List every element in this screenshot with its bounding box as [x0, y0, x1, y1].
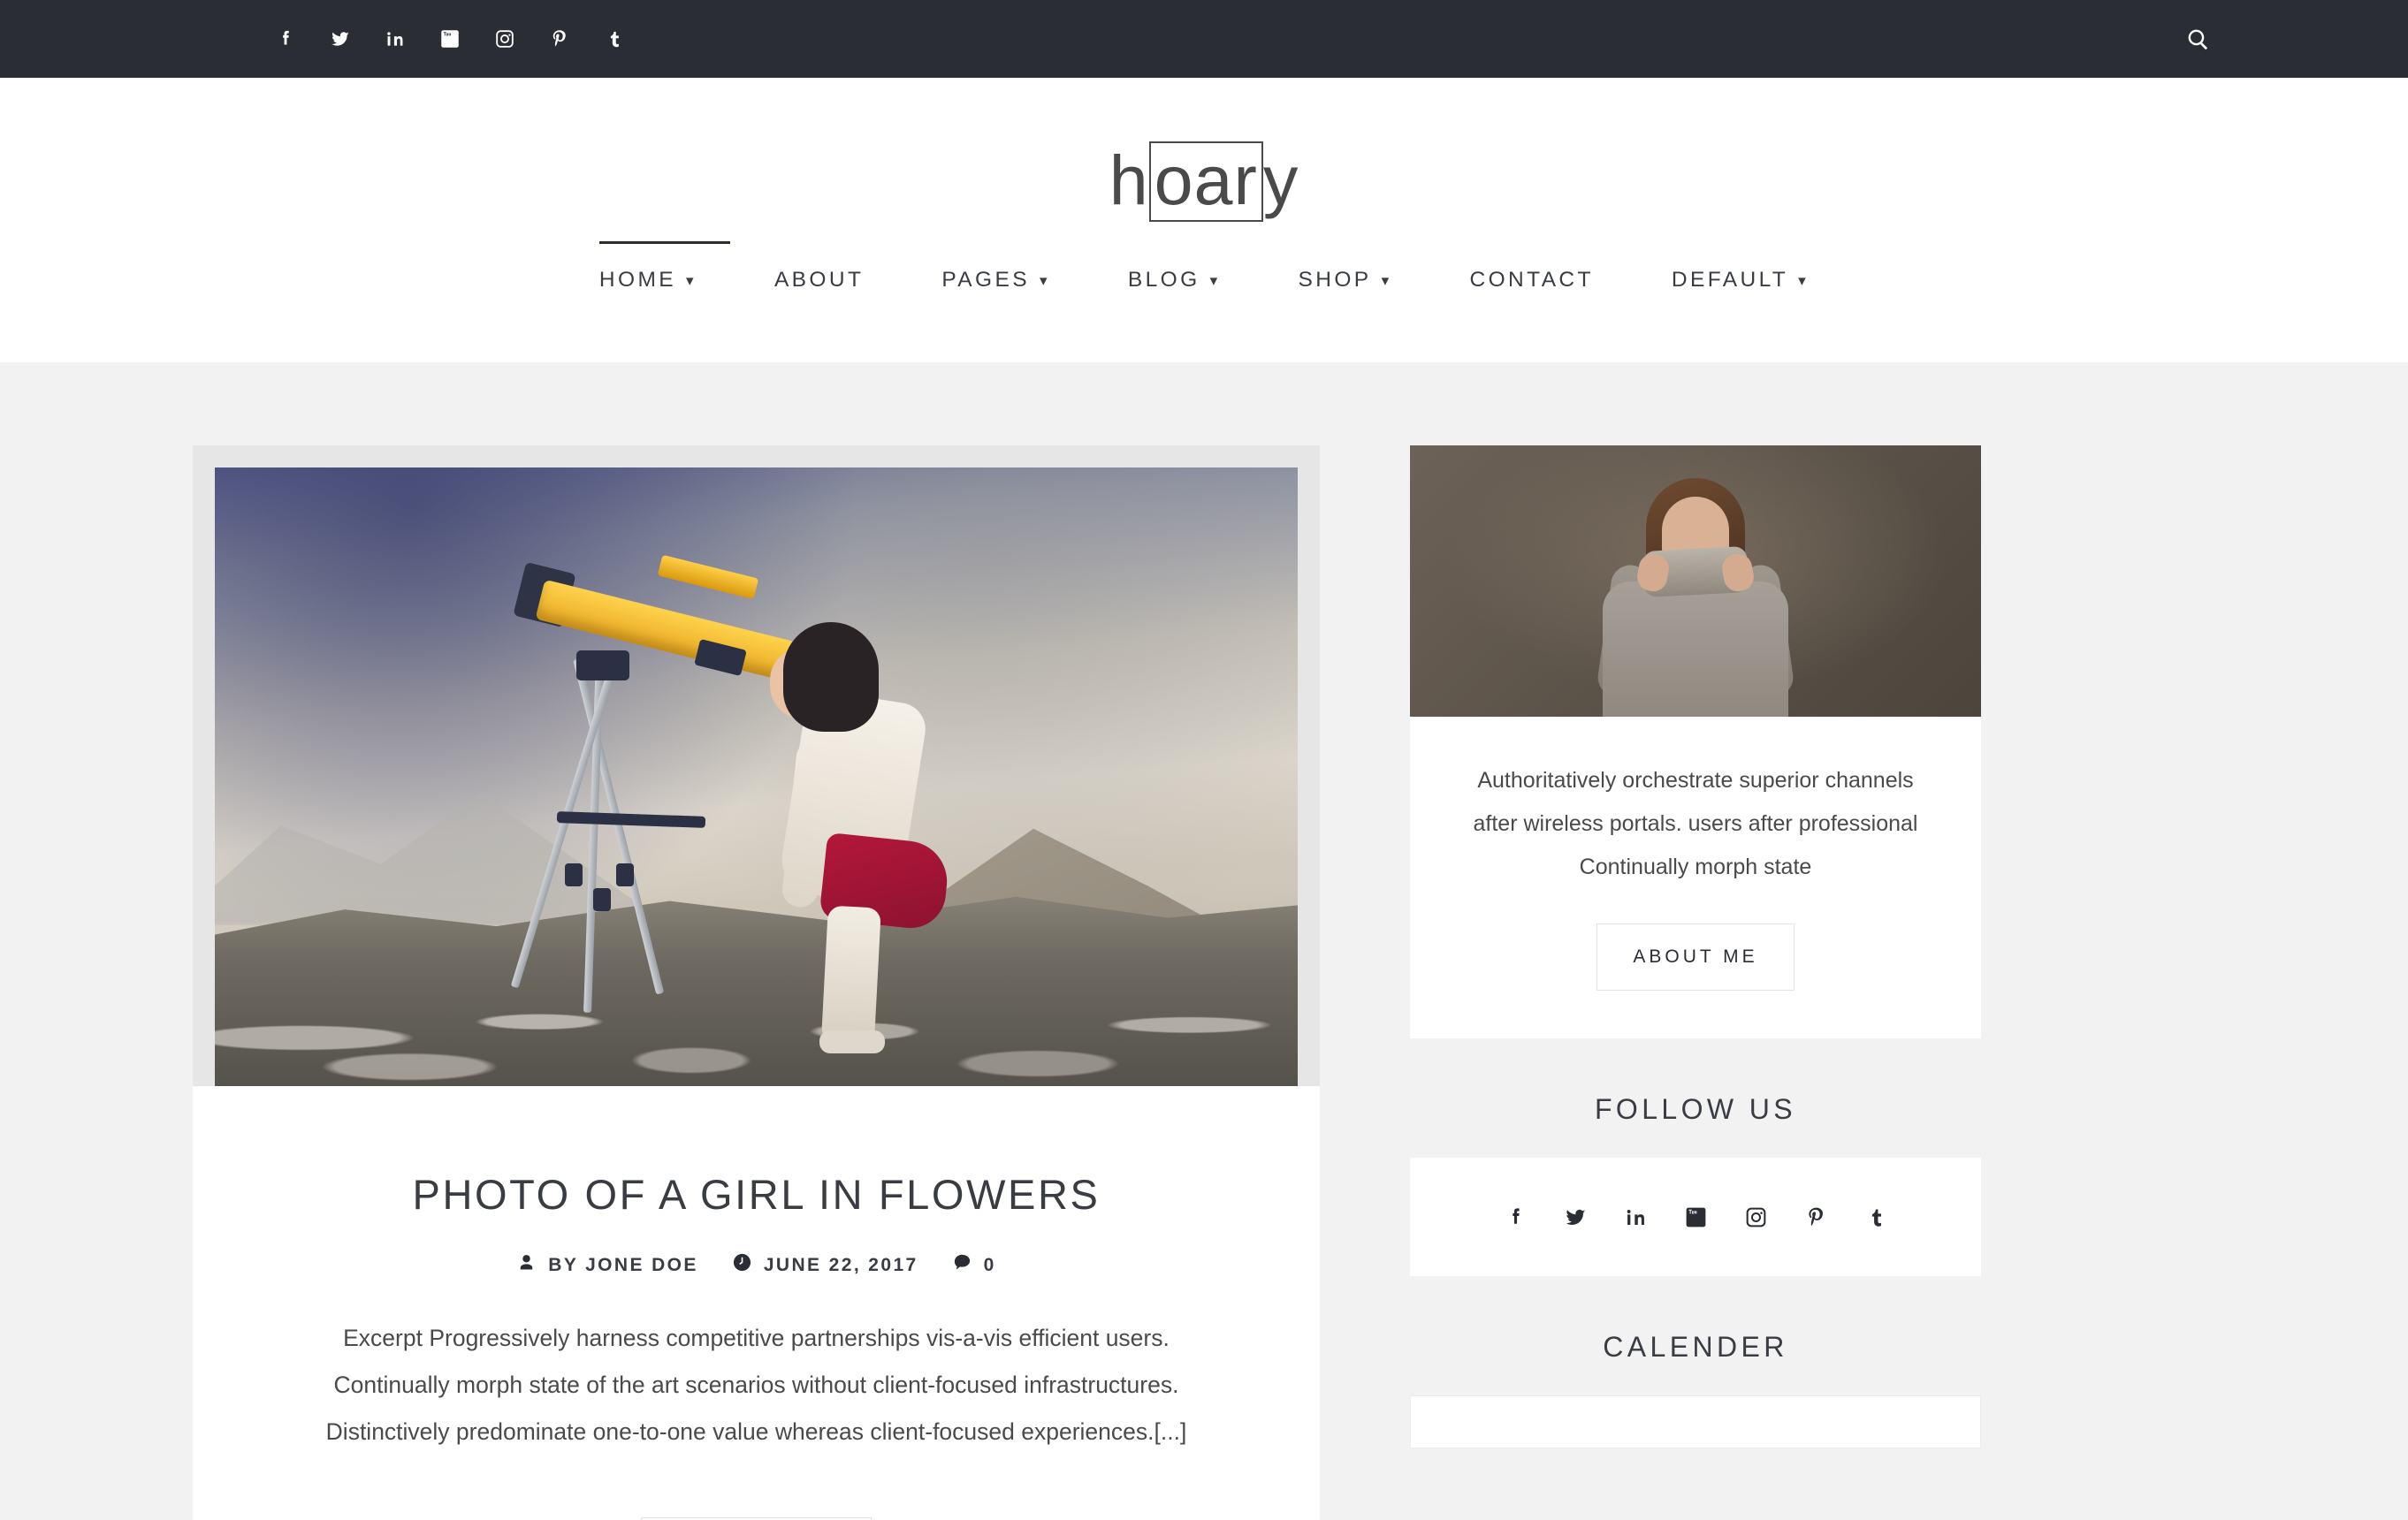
sidebar: Authoritatively orchestrate superior cha… — [1410, 445, 1981, 1520]
instagram-icon[interactable] — [1726, 1187, 1786, 1247]
nav-item-blog[interactable]: BLOG ▾ — [1089, 268, 1260, 293]
main-column: LIFESTYLE PHOTO OF A GIRL IN FLOWERS BY … — [193, 445, 1320, 1520]
post-author-label: BY JONE DOE — [548, 1254, 698, 1275]
nav-item-contact[interactable]: CONTACT — [1431, 268, 1633, 293]
main-navigation: HOME ▾ ABOUT PAGES ▾ BLOG ▾ SHOP ▾ CONTA… — [560, 240, 1848, 293]
post-date[interactable]: JUNE 22, 2017 — [732, 1252, 918, 1278]
nav-label: CONTACT — [1469, 267, 1594, 292]
chevron-down-icon: ▾ — [686, 272, 697, 290]
pinterest-icon[interactable] — [1786, 1187, 1846, 1247]
topbar-social-list — [258, 11, 642, 66]
calendar-widget: CALENDER — [1410, 1331, 1981, 1449]
about-me-widget: Authoritatively orchestrate superior cha… — [1410, 445, 1981, 1039]
post-title[interactable]: PHOTO OF A GIRL IN FLOWERS — [290, 1171, 1223, 1219]
woman-body — [1603, 581, 1788, 717]
girl-shoe — [819, 1030, 885, 1053]
chevron-down-icon: ▾ — [1381, 272, 1392, 290]
site-header: h oar y HOME ▾ ABOUT PAGES ▾ BLOG ▾ SHOP ▾… — [0, 78, 2408, 362]
nav-label: ABOUT — [773, 267, 865, 292]
follow-us-title: FOLLOW US — [1594, 1093, 1797, 1126]
calendar-box[interactable] — [1410, 1395, 1981, 1449]
tumblr-icon[interactable] — [1846, 1187, 1906, 1247]
user-icon — [516, 1252, 537, 1278]
post-author[interactable]: BY JONE DOE — [516, 1252, 698, 1278]
logo-prefix: h — [1109, 141, 1149, 219]
follow-us-widget: FOLLOW US — [1410, 1093, 1981, 1277]
post-body: PHOTO OF A GIRL IN FLOWERS BY JONE DOE J… — [193, 1086, 1320, 1520]
follow-us-social-list — [1410, 1158, 1981, 1277]
nav-item-shop[interactable]: SHOP ▾ — [1260, 268, 1431, 293]
nav-label: BLOG — [1127, 267, 1200, 292]
about-me-image — [1410, 445, 1981, 717]
nav-label: DEFAULT — [1671, 267, 1789, 292]
girl-legs — [820, 905, 881, 1041]
youtube-icon[interactable] — [1665, 1187, 1726, 1247]
pinterest-icon[interactable] — [532, 11, 587, 66]
post-featured-image[interactable] — [215, 467, 1298, 1086]
logo-suffix: y — [1262, 141, 1299, 219]
nav-item-pages[interactable]: PAGES ▾ — [903, 268, 1089, 293]
top-bar — [0, 0, 2408, 78]
nav-label: SHOP — [1298, 267, 1372, 292]
comment-icon — [952, 1252, 972, 1278]
nav-item-home[interactable]: HOME ▾ — [560, 240, 735, 293]
tumblr-icon[interactable] — [587, 11, 642, 66]
twitter-icon[interactable] — [1545, 1187, 1605, 1247]
nav-label: HOME — [598, 267, 676, 292]
linkedin-icon[interactable] — [368, 11, 423, 66]
site-logo[interactable]: h oar y — [1109, 141, 1299, 222]
about-me-text: Authoritatively orchestrate superior cha… — [1473, 768, 1918, 879]
page-body: LIFESTYLE PHOTO OF A GIRL IN FLOWERS BY … — [0, 362, 2408, 1520]
nav-item-default[interactable]: DEFAULT ▾ — [1633, 268, 1848, 293]
rocks-layer — [215, 925, 1298, 1086]
post-comments[interactable]: 0 — [952, 1252, 996, 1278]
girl-hair — [783, 622, 880, 732]
facebook-icon[interactable] — [258, 11, 313, 66]
linkedin-icon[interactable] — [1605, 1187, 1665, 1247]
search-icon[interactable] — [2178, 19, 2217, 58]
post-comments-count: 0 — [983, 1254, 996, 1275]
tripod-head — [576, 650, 630, 680]
post-card: LIFESTYLE PHOTO OF A GIRL IN FLOWERS BY … — [193, 445, 1320, 1520]
nav-item-about[interactable]: ABOUT — [735, 268, 903, 293]
post-date-label: JUNE 22, 2017 — [763, 1254, 918, 1275]
post-meta: BY JONE DOE JUNE 22, 2017 0 — [290, 1252, 1223, 1278]
about-me-button[interactable]: ABOUT ME — [1596, 923, 1795, 992]
nav-label: PAGES — [941, 267, 1030, 292]
chevron-down-icon: ▾ — [1039, 272, 1050, 290]
post-excerpt: Excerpt Progressively harness competitiv… — [325, 1325, 1187, 1446]
twitter-icon[interactable] — [313, 11, 368, 66]
logo-boxed: oar — [1148, 141, 1263, 222]
clock-icon — [732, 1252, 752, 1278]
chevron-down-icon: ▾ — [1798, 272, 1810, 290]
about-me-button-wrap: ABOUT ME — [1410, 888, 1981, 1038]
tripod-knob — [592, 888, 611, 911]
instagram-icon[interactable] — [477, 11, 532, 66]
tripod-knob — [616, 863, 635, 886]
facebook-icon[interactable] — [1485, 1187, 1545, 1247]
youtube-icon[interactable] — [423, 11, 477, 66]
chevron-down-icon: ▾ — [1209, 272, 1221, 290]
tripod-knob — [564, 863, 583, 886]
active-indicator — [598, 240, 730, 244]
calendar-title: CALENDER — [1603, 1331, 1788, 1364]
